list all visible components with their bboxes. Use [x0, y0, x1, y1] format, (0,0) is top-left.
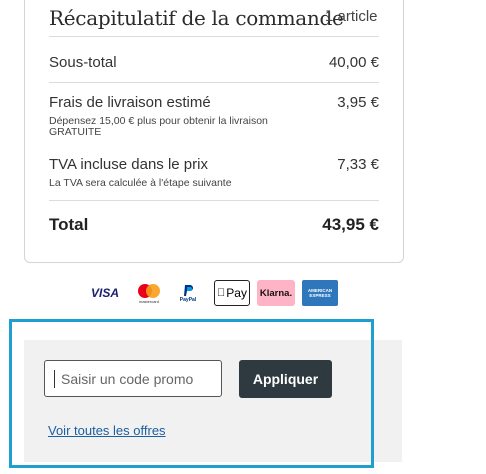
subtotal-label: Sous-total	[49, 54, 117, 71]
total-label: Total	[49, 215, 89, 234]
klarna-icon: Klarna.	[257, 280, 295, 306]
mastercard-icon: mastercard	[131, 280, 167, 306]
shipping-note: Dépensez 15,00 € plus pour obtenir la li…	[49, 115, 268, 138]
item-count: 1 article	[325, 8, 378, 25]
promo-highlight-frame	[9, 319, 374, 468]
total-value: 43,95 €	[322, 215, 379, 234]
shipping-value: 3,95 €	[337, 94, 379, 111]
mastercard-circles	[138, 283, 160, 298]
vat-label: TVA incluse dans le prix	[49, 156, 208, 173]
subtotal-value: 40,00 €	[328, 54, 379, 71]
amex-icon: AMERICAN EXPRESS	[302, 280, 338, 306]
apple-pay-icon: Pay	[214, 280, 250, 306]
vat-note: La TVA sera calculée à l'étape suivante	[49, 177, 232, 189]
visa-icon: VISA	[90, 286, 119, 300]
divider	[49, 82, 379, 83]
paypal-icon: PayPal	[175, 280, 201, 306]
divider	[49, 36, 379, 37]
shipping-label: Frais de livraison estimé	[49, 94, 211, 111]
paypal-mark	[184, 284, 193, 296]
summary-title: Récapitulatif de la commande	[49, 6, 344, 30]
divider	[49, 200, 379, 201]
vat-value: 7,33 €	[337, 156, 379, 173]
order-summary-card: Récapitulatif de la commande 1 article S…	[24, 0, 404, 263]
